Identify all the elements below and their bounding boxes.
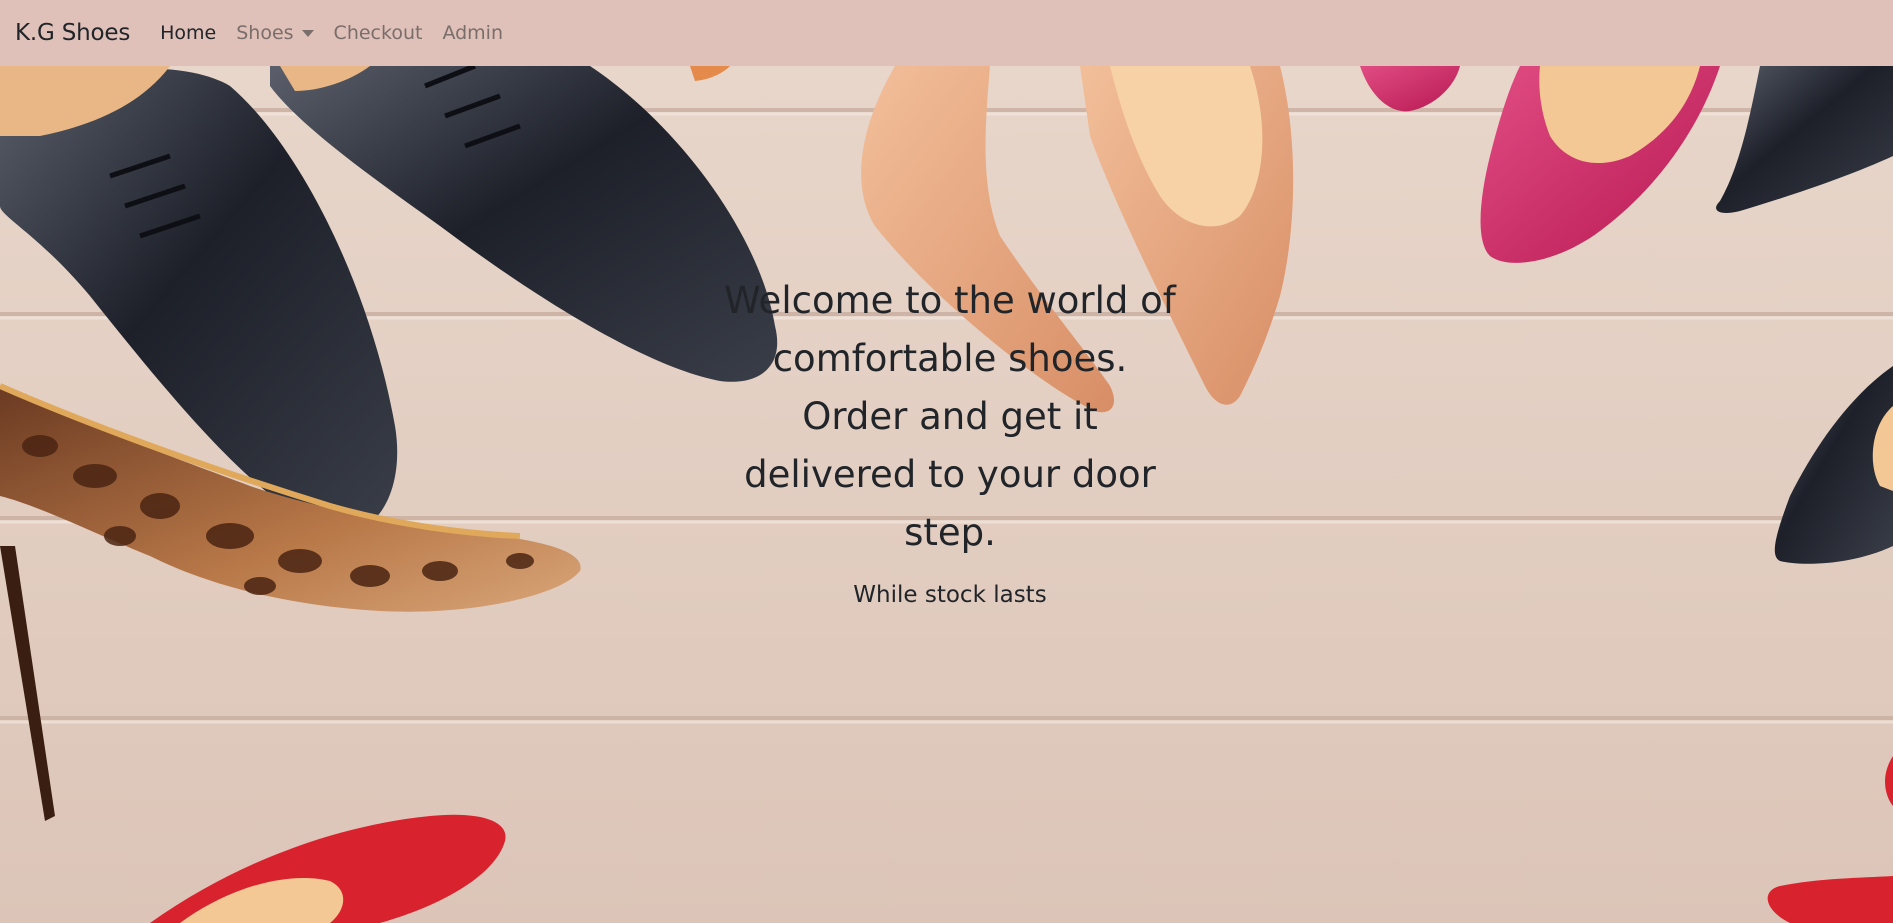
nav-shoes-dropdown[interactable]: Shoes <box>236 22 314 44</box>
nav-checkout[interactable]: Checkout <box>334 22 423 44</box>
nav-shoes-label: Shoes <box>236 22 294 44</box>
brand-logo[interactable]: K.G Shoes <box>15 20 130 46</box>
hero-text-block: Welcome to the world of comfortable shoe… <box>0 272 1893 608</box>
navbar: K.G Shoes Home Shoes Checkout Admin <box>0 0 1893 66</box>
hero-banner: Welcome to the world of comfortable shoe… <box>0 66 1893 923</box>
nav-admin[interactable]: Admin <box>442 22 503 44</box>
nav-home[interactable]: Home <box>160 22 216 44</box>
caret-down-icon <box>301 30 314 37</box>
hero-subtext: While stock lasts <box>853 582 1047 608</box>
hero-headline: Welcome to the world of comfortable shoe… <box>724 279 1176 554</box>
nav-links: Home Shoes Checkout Admin <box>160 22 503 44</box>
